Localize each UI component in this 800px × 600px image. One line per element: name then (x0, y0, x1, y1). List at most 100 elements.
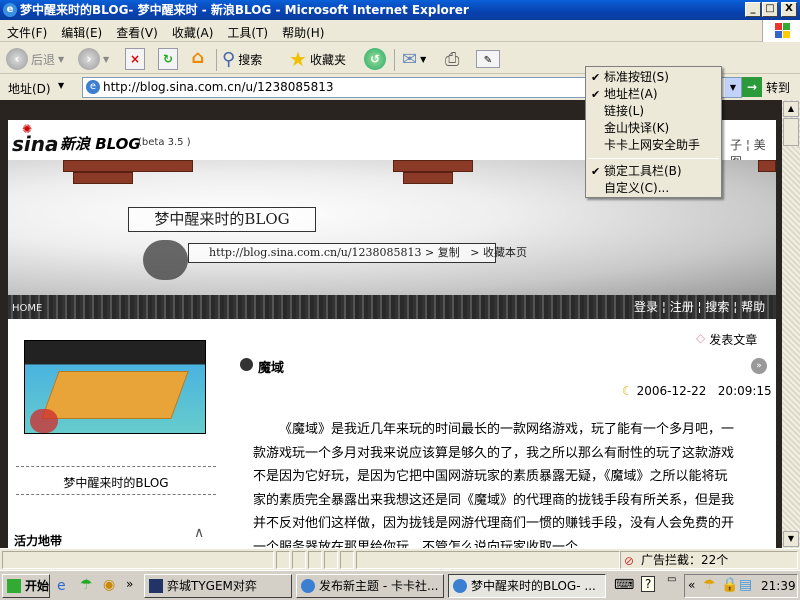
print-button[interactable]: ⎙ (445, 47, 459, 71)
dropdown-icon: ▼ (103, 54, 110, 64)
page-icon: e (86, 80, 100, 94)
dropdown-icon: ▼ (58, 54, 65, 64)
collapse-icon[interactable]: ∧ (194, 525, 204, 541)
menu-item-kingsoft[interactable]: 金山快译(K) (586, 120, 721, 137)
tray-expand[interactable]: « (688, 578, 695, 592)
go-button[interactable]: → 转到 (742, 77, 790, 97)
quicklaunch-more[interactable]: » (126, 577, 133, 591)
taskbar: 开始 e ☂ ◉ » 弈城TYGEM对弈 发布新主题 - 卡卡社... 梦中醒来… (0, 570, 800, 600)
window-title: 梦中醒来时的BLOG- 梦中醒来时 - 新浪BLOG - Microsoft I… (20, 3, 469, 17)
login-link[interactable]: 登录 (634, 300, 658, 314)
forward-button[interactable]: › ▼ (78, 47, 109, 71)
post-title[interactable]: 魔域 (258, 357, 284, 376)
popup-blocker-status[interactable]: ⊘ 广告拦截：22个 (620, 551, 798, 569)
refresh-button[interactable]: ↻ (158, 47, 178, 71)
home-button[interactable]: ⌂ (188, 47, 208, 71)
title-bar: e 梦中醒来时的BLOG- 梦中醒来时 - 新浪BLOG - Microsoft… (0, 0, 800, 20)
dropdown-icon: ▼ (420, 54, 427, 64)
favorites-button[interactable]: ★ 收藏夹 (289, 47, 346, 71)
blog-title[interactable]: 梦中醒来时的BLOG (128, 207, 316, 232)
home-icon: ⌂ (191, 47, 205, 68)
post-time: 20:09:15 (717, 384, 772, 398)
bookmark-link[interactable]: > 收藏本页 (470, 246, 527, 259)
printer-icon: ⎙ (445, 48, 460, 70)
stop-button[interactable]: × (125, 47, 145, 71)
ie-icon (453, 579, 467, 593)
pencil-icon: ◇ (696, 331, 706, 345)
vertical-scrollbar[interactable]: ▲ ▼ (782, 100, 800, 548)
avatar-caption[interactable]: 梦中醒来时的BLOG (16, 474, 216, 491)
menu-item-lock-toolbars[interactable]: ✔ 锁定工具栏(B) (586, 163, 721, 180)
maximize-button[interactable]: □ (762, 2, 778, 17)
back-button[interactable]: ‹ 后退 ▼ (6, 47, 64, 71)
address-toolbar-dropdown-icon[interactable]: ▼ (58, 81, 64, 90)
tygem-icon (149, 579, 163, 593)
menu-item-links[interactable]: 链接(L) (586, 103, 721, 120)
history-button[interactable]: ↺ (364, 47, 386, 71)
version-label: (beta 3.5 ) (138, 137, 191, 148)
help-link[interactable]: 帮助 (741, 300, 765, 314)
ie-icon: e (3, 3, 17, 17)
menu-view[interactable]: 查看(V) (109, 20, 165, 45)
taskbar-item-blog[interactable]: 梦中醒来时的BLOG- ... (448, 574, 606, 598)
history-icon: ↺ (364, 48, 386, 70)
umbrella-quicklaunch-icon[interactable]: ☂ (80, 577, 93, 593)
block-icon: ⊘ (624, 554, 635, 568)
taskbar-item-kaka[interactable]: 发布新主题 - 卡卡社... (296, 574, 444, 598)
favorites-label: 收藏夹 (309, 52, 346, 67)
address-label: 地址(D) (8, 82, 51, 96)
menu-file[interactable]: 文件(F) (0, 20, 54, 45)
menu-item-kaka[interactable]: 卡卡上网安全助手 (586, 137, 721, 154)
register-link[interactable]: 注册 (670, 300, 694, 314)
search-button[interactable]: ⚲ 搜索 (222, 47, 262, 71)
scroll-up-icon[interactable]: ▲ (783, 101, 799, 117)
post-bullet-icon (240, 358, 253, 371)
menu-favorites[interactable]: 收藏(A) (165, 20, 221, 45)
minimize-button[interactable]: _ (745, 2, 761, 17)
menu-help[interactable]: 帮助(H) (275, 20, 331, 45)
menu-item-label: 金山快译(K) (604, 121, 670, 135)
sidebar-heading: 活力地带 (14, 534, 63, 548)
brand-label: 新浪 BLOG (60, 135, 141, 153)
check-icon: ✔ (591, 88, 601, 101)
search-link[interactable]: 搜索 (705, 300, 729, 314)
status-bar: ⊘ 广告拦截：22个 (0, 548, 800, 570)
menu-item-address-bar[interactable]: ✔ 地址栏(A) (586, 86, 721, 103)
app-quicklaunch-icon[interactable]: ◉ (103, 577, 115, 593)
restore-icon[interactable]: ▭ (667, 574, 676, 585)
menu-item-label: 标准按钮(S) (604, 70, 669, 84)
expand-icon[interactable]: » (751, 358, 767, 374)
scroll-thumb[interactable] (783, 118, 799, 146)
umbrella-tray-icon[interactable]: ☂ (703, 577, 716, 593)
menu-edit[interactable]: 编辑(E) (54, 20, 109, 45)
home-link[interactable]: HOME (12, 303, 42, 314)
post-article-button[interactable]: ◇ 发表文章 (696, 331, 757, 348)
check-icon: ✔ (591, 71, 601, 84)
qq-tray-icon[interactable]: 🔒 (721, 577, 738, 593)
avatar-image[interactable] (24, 340, 206, 434)
post-article-label: 发表文章 (709, 333, 758, 347)
help-icon[interactable]: ? (641, 576, 656, 592)
keyboard-icon[interactable]: ⌨ (614, 577, 634, 593)
scroll-down-icon[interactable]: ▼ (783, 531, 799, 547)
windows-logo (762, 20, 800, 42)
menu-separator (588, 158, 719, 159)
menu-item-standard-buttons[interactable]: ✔ 标准按钮(S) (586, 69, 721, 86)
sina-logo[interactable]: sina (12, 132, 59, 156)
mail-icon: ✉ (402, 48, 418, 70)
windows-flag-icon (7, 579, 21, 593)
copy-link[interactable]: > 复制 (425, 246, 460, 259)
network-tray-icon[interactable]: ▤ (739, 577, 752, 593)
post-date: 2006-12-22 (636, 384, 707, 398)
menu-tools[interactable]: 工具(T) (220, 20, 275, 45)
taskbar-item-tygem[interactable]: 弈城TYGEM对弈 (144, 574, 292, 598)
address-dropdown-icon[interactable]: ▼ (725, 78, 741, 97)
edit-button[interactable]: ✎ (476, 47, 500, 71)
eye-logo-icon: ✺ (22, 122, 33, 136)
close-button[interactable]: X (781, 2, 797, 17)
post-datetime: ☾ 2006-12-22 20:09:15 (622, 384, 772, 398)
ie-quicklaunch-icon[interactable]: e (57, 578, 66, 594)
menu-item-customize[interactable]: 自定义(C)... (586, 180, 721, 197)
mail-button[interactable]: ✉ ▼ (402, 47, 426, 71)
start-button[interactable]: 开始 (2, 574, 50, 598)
